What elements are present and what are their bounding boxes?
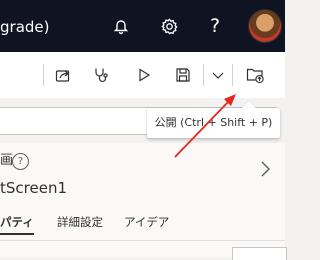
property-dropdown[interactable] (232, 247, 287, 260)
tab-advanced[interactable]: 詳細設定 (57, 214, 103, 230)
publish-tooltip: 公開 (Ctrl + Shift + P) (147, 108, 280, 138)
avatar[interactable] (249, 10, 281, 42)
publish-icon (246, 68, 264, 84)
play-icon (139, 68, 151, 82)
publish-button[interactable] (242, 62, 268, 88)
panel-divider (0, 240, 285, 241)
share-button[interactable] (50, 62, 76, 88)
toolbar-divider (232, 64, 233, 86)
help-icon[interactable]: ? (202, 13, 228, 39)
preview-button[interactable] (131, 62, 157, 88)
chevron-down-icon (212, 72, 224, 79)
gear-icon[interactable] (156, 13, 182, 39)
panel-heading: 画 (0, 153, 14, 168)
toolbar-divider (203, 64, 204, 86)
properties-panel: 画 ? tScreen1 パティ 詳細設定 アイデア (0, 143, 287, 260)
app-title-bar: grade) ? (0, 0, 285, 52)
save-icon (176, 68, 190, 82)
bell-icon[interactable] (108, 13, 134, 39)
save-options-button[interactable] (205, 62, 231, 88)
selected-tab-indicator (0, 233, 34, 235)
share-icon (55, 70, 70, 82)
stethoscope-icon (95, 68, 108, 83)
save-button[interactable] (170, 62, 196, 88)
chevron-right-icon[interactable] (258, 159, 272, 179)
info-icon[interactable]: ? (12, 153, 29, 170)
selected-screen-name: tScreen1 (0, 179, 67, 197)
app-checker-button[interactable] (89, 62, 115, 88)
app-title: grade) (0, 18, 50, 36)
tab-ideas[interactable]: アイデア (124, 214, 169, 230)
toolbar-divider (43, 64, 44, 86)
command-bar (0, 52, 285, 99)
tab-properties[interactable]: パティ (0, 214, 34, 230)
